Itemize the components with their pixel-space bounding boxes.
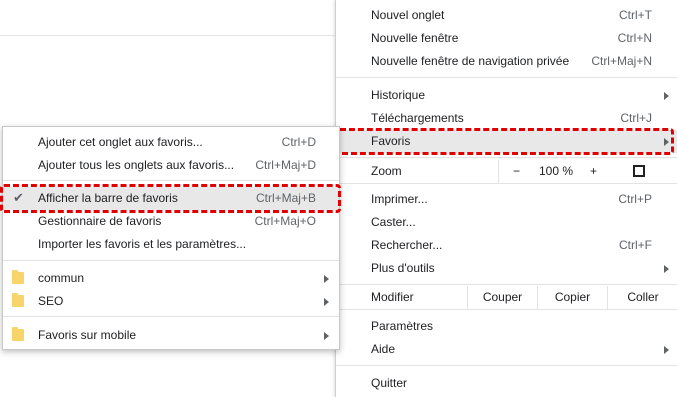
menu-item-bookmark-this-tab[interactable]: Ajouter cet onglet aux favoris... Ctrl+D bbox=[3, 131, 339, 154]
submenu-arrow-icon bbox=[324, 298, 329, 306]
copy-button[interactable]: Copier bbox=[537, 286, 607, 309]
menu-item-quit[interactable]: Quitter bbox=[336, 372, 677, 395]
menu-item-more-tools[interactable]: Plus d'outils bbox=[336, 257, 677, 280]
menu-separator bbox=[3, 180, 339, 181]
menu-item-help[interactable]: Aide bbox=[336, 338, 677, 361]
menu-separator bbox=[336, 284, 677, 285]
menu-item-label: Historique bbox=[371, 88, 426, 102]
menu-item-label: Ajouter cet onglet aux favoris... bbox=[38, 135, 203, 149]
menu-item-shortcut: Ctrl+D bbox=[281, 135, 316, 149]
menu-separator bbox=[336, 183, 677, 184]
bookmarks-submenu: Ajouter cet onglet aux favoris... Ctrl+D… bbox=[2, 126, 340, 350]
submenu-arrow-icon bbox=[664, 346, 669, 354]
folder-icon bbox=[12, 293, 24, 307]
fullscreen-icon[interactable] bbox=[633, 165, 645, 177]
edit-label: Modifier bbox=[371, 290, 414, 304]
menu-item-label: Imprimer... bbox=[371, 192, 428, 206]
menu-item-label: SEO bbox=[38, 294, 64, 308]
menu-item-label: Importer les favoris et les paramètres..… bbox=[38, 237, 247, 251]
menu-item-shortcut: Ctrl+Maj+N bbox=[591, 54, 652, 68]
menu-item-edit: Modifier Couper Copier Coller bbox=[336, 286, 677, 309]
menu-item-label: Paramètres bbox=[371, 319, 434, 333]
menu-item-history[interactable]: Historique bbox=[336, 84, 677, 107]
menu-item-label: Quitter bbox=[371, 376, 408, 390]
menu-separator bbox=[336, 157, 677, 158]
menu-item-shortcut: Ctrl+J bbox=[620, 111, 652, 125]
menu-item-shortcut: Ctrl+Maj+D bbox=[255, 158, 316, 172]
submenu-arrow-icon bbox=[324, 332, 329, 340]
menu-item-label: Aide bbox=[371, 342, 396, 356]
menu-item-label: Favoris sur mobile bbox=[38, 328, 137, 342]
menu-item-new-tab[interactable]: Nouvel onglet Ctrl+T bbox=[336, 4, 677, 27]
zoom-out-button[interactable]: − bbox=[513, 164, 520, 178]
menu-item-incognito-window[interactable]: Nouvelle fenêtre de navigation privée Ct… bbox=[336, 50, 677, 73]
paste-button[interactable]: Coller bbox=[607, 286, 677, 309]
folder-icon bbox=[12, 270, 24, 284]
menu-item-new-window[interactable]: Nouvelle fenêtre Ctrl+N bbox=[336, 27, 677, 50]
menu-item-settings[interactable]: Paramètres bbox=[336, 315, 677, 338]
cut-button[interactable]: Couper bbox=[467, 286, 537, 309]
menu-separator bbox=[336, 309, 677, 310]
menu-item-label: Gestionnaire de favoris bbox=[38, 214, 162, 228]
menu-item-shortcut: Ctrl+T bbox=[619, 8, 652, 22]
menu-item-label: Nouvelle fenêtre bbox=[371, 31, 459, 45]
menu-item-cast[interactable]: Caster... bbox=[336, 211, 677, 234]
menu-item-folder-commun[interactable]: commun bbox=[3, 267, 339, 290]
submenu-arrow-icon bbox=[664, 265, 669, 273]
menu-item-label: Caster... bbox=[371, 215, 416, 229]
menu-item-print[interactable]: Imprimer... Ctrl+P bbox=[336, 188, 677, 211]
menu-item-downloads[interactable]: Téléchargements Ctrl+J bbox=[336, 107, 677, 130]
menu-item-label: Nouvel onglet bbox=[371, 8, 445, 22]
zoom-level: 100 % bbox=[539, 164, 574, 178]
menu-separator bbox=[336, 365, 677, 366]
menu-item-shortcut: Ctrl+N bbox=[617, 31, 652, 45]
folder-icon bbox=[12, 327, 24, 341]
menu-item-folder-seo[interactable]: SEO bbox=[3, 290, 339, 313]
menu-item-import-bookmarks[interactable]: Importer les favoris et les paramètres..… bbox=[3, 233, 339, 256]
highlight-bookmarks bbox=[336, 128, 674, 155]
zoom-label: Zoom bbox=[371, 164, 402, 178]
menu-item-label: Plus d'outils bbox=[371, 261, 435, 275]
menu-item-bookmark-manager[interactable]: Gestionnaire de favoris Ctrl+Maj+O bbox=[3, 210, 339, 233]
menu-item-zoom: Zoom − 100 % + bbox=[336, 160, 677, 183]
highlight-show-bookmarks-bar bbox=[0, 184, 341, 213]
page-divider bbox=[0, 35, 340, 36]
menu-item-find[interactable]: Rechercher... Ctrl+F bbox=[336, 234, 677, 257]
menu-item-shortcut: Ctrl+P bbox=[618, 192, 652, 206]
menu-item-label: Rechercher... bbox=[371, 238, 443, 252]
submenu-arrow-icon bbox=[324, 275, 329, 283]
menu-separator bbox=[3, 316, 339, 317]
menu-item-mobile-bookmarks[interactable]: Favoris sur mobile bbox=[3, 324, 339, 347]
menu-item-shortcut: Ctrl+F bbox=[619, 238, 652, 252]
menu-separator bbox=[336, 77, 677, 78]
submenu-arrow-icon bbox=[664, 92, 669, 100]
menu-item-label: commun bbox=[38, 271, 85, 285]
zoom-controls: − 100 % + bbox=[498, 160, 677, 183]
zoom-in-button[interactable]: + bbox=[590, 164, 597, 178]
menu-item-label: Nouvelle fenêtre de navigation privée bbox=[371, 54, 570, 68]
menu-item-bookmark-all-tabs[interactable]: Ajouter tous les onglets aux favoris... … bbox=[3, 154, 339, 177]
menu-item-label: Téléchargements bbox=[371, 111, 464, 125]
menu-item-shortcut: Ctrl+Maj+O bbox=[254, 214, 316, 228]
menu-separator bbox=[3, 260, 339, 261]
chrome-main-menu: Nouvel onglet Ctrl+T Nouvelle fenêtre Ct… bbox=[335, 0, 677, 397]
menu-item-label: Ajouter tous les onglets aux favoris... bbox=[38, 158, 235, 172]
